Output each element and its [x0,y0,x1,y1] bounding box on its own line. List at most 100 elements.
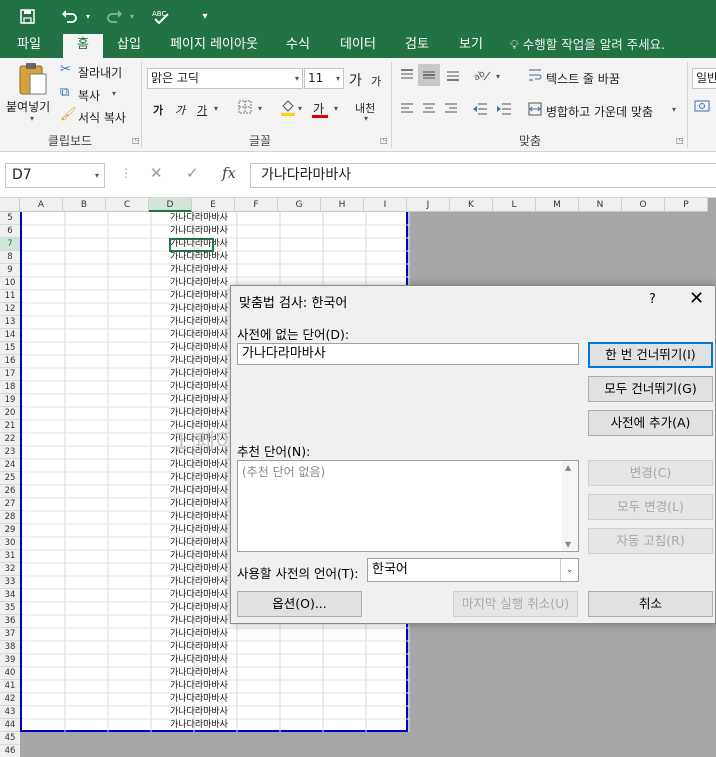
row-header[interactable]: 37 [0,628,20,641]
column-header[interactable]: D [149,198,192,212]
row-header[interactable]: 30 [0,537,20,550]
phonetic-dropdown-icon[interactable]: ▾ [364,114,368,123]
font-color-dropdown-icon[interactable]: ▾ [334,104,338,113]
border-icon[interactable] [238,100,252,118]
scroll-up-icon[interactable]: ▲ [565,463,571,472]
cut-button[interactable]: 잘라내기 [78,64,122,81]
row-header[interactable]: 10 [0,277,20,290]
increase-indent-icon[interactable] [496,102,512,120]
row-header[interactable]: 21 [0,420,20,433]
column-header[interactable]: B [63,198,106,212]
cut-icon[interactable]: ✂ [60,62,71,77]
column-header[interactable]: K [450,198,493,212]
close-icon[interactable]: ✕ [689,288,704,309]
alignment-launcher-icon[interactable]: ◳ [676,136,684,145]
cell-d[interactable]: 가나다라마바사 [170,719,260,732]
row-header[interactable]: 34 [0,589,20,602]
row-header[interactable]: 23 [0,446,20,459]
cell-d[interactable]: 가나다라마바사 [170,693,260,706]
column-header[interactable]: I [364,198,407,212]
accounting-format-icon[interactable] [694,98,710,118]
redo-dropdown-icon[interactable]: ▾ [126,0,138,32]
row-header[interactable]: 45 [0,732,20,745]
tell-me-box[interactable]: 💡︎ 수행할 작업을 알려 주세요. [510,32,665,58]
row-header[interactable]: 29 [0,524,20,537]
row-header[interactable]: 46 [0,745,20,757]
align-middle-button[interactable] [418,64,440,86]
orientation-icon[interactable]: ab [472,66,492,86]
row-header[interactable]: 11 [0,290,20,303]
merge-dropdown-icon[interactable]: ▾ [672,105,676,114]
autocorrect-button[interactable]: 자동 고침(R) [588,528,713,554]
shrink-font-button[interactable]: 가 [371,73,381,89]
row-header[interactable]: 17 [0,368,20,381]
orientation-dropdown-icon[interactable]: ▾ [496,72,500,81]
undo-icon[interactable] [58,0,80,32]
language-select[interactable]: 한국어 ⌄ [367,558,579,582]
row-header[interactable]: 28 [0,511,20,524]
font-size-combo[interactable]: 11 ▾ [304,68,344,89]
underline-button[interactable]: 가 [197,102,207,118]
tab-review[interactable]: 검토 [396,32,438,58]
row-header[interactable]: 31 [0,550,20,563]
column-header[interactable]: M [536,198,579,212]
fill-color-dropdown-icon[interactable]: ▾ [298,104,302,113]
row-header[interactable]: 33 [0,576,20,589]
tab-view[interactable]: 보기 [450,32,492,58]
ignore-once-button[interactable]: 한 번 건너뛰기(I) [588,342,713,368]
row-header[interactable]: 7 [0,238,20,251]
column-header[interactable]: N [579,198,622,212]
column-header[interactable]: L [493,198,536,212]
tab-file[interactable]: 파일 [6,32,52,58]
align-right-icon[interactable] [444,102,458,120]
row-header[interactable]: 32 [0,563,20,576]
active-cell-d7[interactable] [169,238,214,252]
column-header[interactable]: H [321,198,364,212]
insert-function-button[interactable]: fx [222,164,236,182]
row-header[interactable]: 24 [0,459,20,472]
clipboard-launcher-icon[interactable]: ◳ [132,136,140,145]
row-header[interactable]: 43 [0,706,20,719]
row-header[interactable]: 40 [0,667,20,680]
underline-dropdown-icon[interactable]: ▾ [214,104,218,113]
row-header[interactable]: 14 [0,329,20,342]
column-header[interactable]: P [665,198,708,212]
font-launcher-icon[interactable]: ◳ [380,136,388,145]
column-header[interactable]: G [278,198,321,212]
cell-d[interactable]: 가나다라마바사 [170,680,260,693]
copy-dropdown-icon[interactable]: ▾ [112,89,116,98]
align-top-icon[interactable] [400,68,414,86]
save-icon[interactable] [14,0,40,32]
row-header[interactable]: 5 [0,212,20,225]
column-header[interactable]: J [407,198,450,212]
row-header[interactable]: 44 [0,719,20,732]
help-button[interactable]: ? [649,292,656,307]
row-header[interactable]: 22 [0,433,20,446]
row-header[interactable]: 41 [0,680,20,693]
add-to-dictionary-button[interactable]: 사전에 추가(A) [588,410,713,436]
options-button[interactable]: 옵션(O)... [237,591,362,617]
enter-entry-button[interactable]: ✓ [186,164,199,182]
cell-d[interactable]: 가나다라마바사 [170,628,260,641]
tab-data[interactable]: 데이터 [332,32,384,58]
name-box[interactable]: D7 ▾ [5,163,105,188]
cancel-button[interactable]: 취소 [588,591,713,617]
bold-button[interactable]: 가 [153,102,163,118]
decrease-indent-icon[interactable] [472,102,488,120]
paste-dropdown-icon[interactable]: ▾ [30,114,34,123]
formula-input[interactable]: 가나다라마바사 [250,163,716,188]
row-header[interactable]: 39 [0,654,20,667]
scroll-down-icon[interactable]: ▼ [565,540,571,549]
font-name-combo[interactable]: 맑은 고딕 ▾ [147,68,303,89]
format-painter-icon[interactable]: 🖌︎ [60,107,77,122]
row-header[interactable]: 13 [0,316,20,329]
number-format-combo[interactable]: 일반 [692,68,716,89]
row-header[interactable]: 42 [0,693,20,706]
column-header[interactable]: O [622,198,665,212]
undo-dropdown-icon[interactable]: ▾ [82,0,94,32]
paste-icon[interactable] [18,62,48,100]
column-header[interactable]: F [235,198,278,212]
change-all-button[interactable]: 모두 변경(L) [588,494,713,520]
cell-d[interactable]: 가나다라마바사 [170,264,260,277]
row-header[interactable]: 27 [0,498,20,511]
